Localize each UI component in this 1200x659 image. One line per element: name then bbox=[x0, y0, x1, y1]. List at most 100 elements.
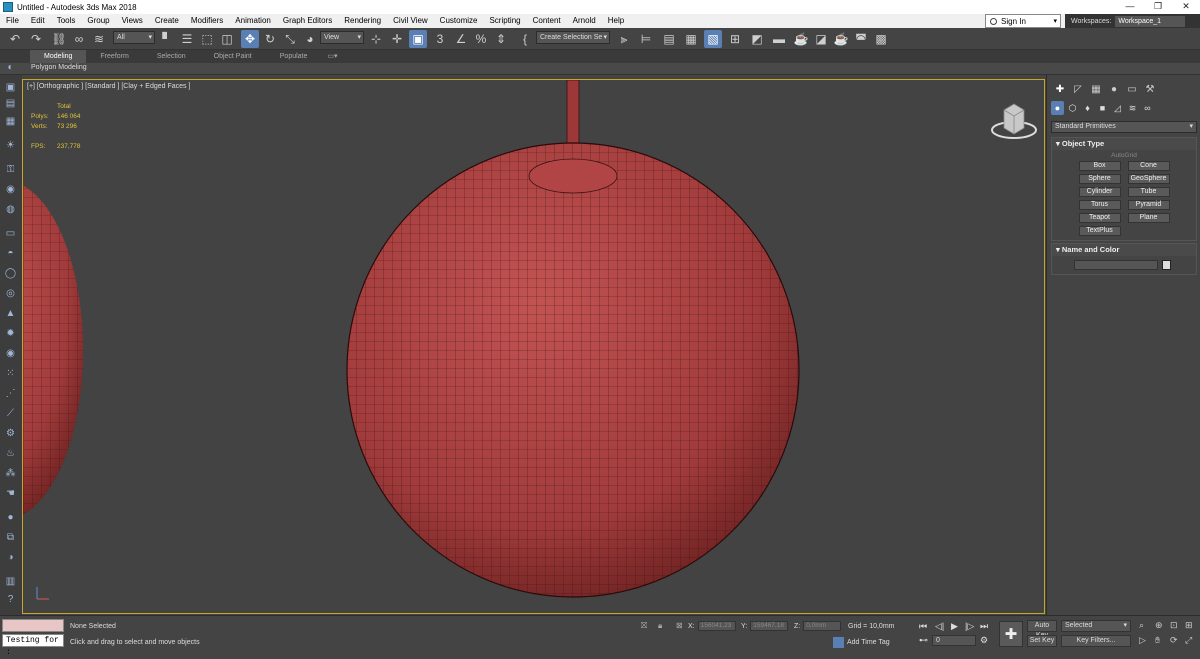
tab-selection[interactable]: Selection bbox=[143, 50, 200, 63]
layer-explorer-icon[interactable]: ▤ bbox=[660, 30, 678, 48]
percent-snap-icon[interactable]: % bbox=[472, 30, 490, 48]
workspace-dropdown[interactable]: Workspace_1 bbox=[1115, 15, 1186, 27]
zoom-all-icon[interactable]: ⊕ bbox=[1155, 620, 1163, 631]
goto-start-icon[interactable]: ⏮ bbox=[919, 621, 927, 632]
helpers-category-icon[interactable]: ◿ bbox=[1111, 101, 1124, 115]
display-list-icon[interactable]: ▤ bbox=[3, 97, 18, 110]
set-key-icon[interactable]: ✚ bbox=[999, 621, 1023, 647]
isolate-icon[interactable]: ⛝ bbox=[641, 621, 647, 631]
geometry-category-icon[interactable]: ● bbox=[1051, 101, 1064, 115]
x-field[interactable]: 156041,23 bbox=[697, 621, 736, 631]
helper-icon[interactable]: ⚙ bbox=[3, 427, 18, 440]
goto-end-icon[interactable]: ⏭ bbox=[980, 621, 988, 632]
pan-icon[interactable]: ✋︎ bbox=[1155, 635, 1160, 646]
schematic-view-icon[interactable]: ⊞ bbox=[726, 30, 744, 48]
field-of-view-icon[interactable]: ▷ bbox=[1139, 635, 1146, 646]
hierarchy-list-icon[interactable]: ▦ bbox=[3, 115, 18, 128]
box-primitive-icon[interactable]: ▭ bbox=[3, 227, 18, 240]
object-name-field[interactable] bbox=[1074, 260, 1158, 270]
curve-editor-icon[interactable]: ▧ bbox=[704, 30, 722, 48]
select-object-icon[interactable]: ▘ bbox=[158, 30, 176, 48]
orbit-icon[interactable]: ⟳ bbox=[1170, 635, 1178, 646]
undo-icon[interactable]: ↶ bbox=[6, 30, 24, 48]
maximize-viewport-icon[interactable]: ⤢ bbox=[1185, 635, 1192, 646]
flame-icon[interactable]: ♨ bbox=[3, 447, 18, 460]
mirror-icon[interactable]: ⫸ bbox=[615, 30, 633, 48]
absolute-mode-icon[interactable]: ⊠ bbox=[676, 621, 683, 630]
bone-icon[interactable]: ⟋ bbox=[3, 407, 18, 420]
grid-icon[interactable]: ⋰ bbox=[3, 387, 18, 400]
sphere-icon[interactable]: ◯ bbox=[3, 267, 18, 280]
object-type-header[interactable]: ▾ Object Type bbox=[1052, 138, 1196, 150]
viewport-label[interactable]: [+] [Orthographic ] [Standard ] [Clay + … bbox=[27, 83, 190, 90]
textplus-button[interactable]: TextPlus bbox=[1078, 226, 1121, 236]
fur-icon[interactable]: ⁂ bbox=[3, 467, 18, 480]
render-setup-icon[interactable]: ▬ bbox=[770, 30, 788, 48]
perspective-viewport[interactable]: [+] [Orthographic ] [Standard ] [Clay + … bbox=[22, 79, 1045, 614]
edit-named-sets-icon[interactable]: { bbox=[516, 30, 534, 48]
render-shade-icon[interactable]: ◚ bbox=[852, 30, 870, 48]
y-field[interactable]: 159467,18 bbox=[750, 621, 789, 631]
name-color-header[interactable]: ▾ Name and Color bbox=[1052, 244, 1196, 256]
ribbon-options-icon[interactable]: ▭▾ bbox=[321, 50, 343, 63]
rendered-frame-icon[interactable]: ☕ bbox=[792, 30, 810, 48]
globe-icon[interactable]: ◎ bbox=[3, 287, 18, 300]
particle-icon[interactable]: ⁙ bbox=[3, 367, 18, 380]
lock-icon[interactable]: ⚿ bbox=[3, 163, 18, 176]
key-filters-button[interactable]: Key Filters... bbox=[1061, 635, 1131, 647]
spinner-snap-icon[interactable]: ⇕ bbox=[492, 30, 510, 48]
maxscript-mini-listener[interactable] bbox=[2, 619, 64, 632]
utilities-tab-icon[interactable]: ⚒ bbox=[1141, 81, 1159, 97]
modify-tab-icon[interactable]: ◸ bbox=[1069, 81, 1087, 97]
tab-object-paint[interactable]: Object Paint bbox=[200, 50, 266, 63]
add-time-tag[interactable]: Add Time Tag bbox=[833, 637, 890, 648]
z-field[interactable]: 0,0mm bbox=[803, 621, 842, 631]
shapes-category-icon[interactable]: ⬡ bbox=[1066, 101, 1079, 115]
snaps-toggle-icon[interactable]: 3 bbox=[431, 30, 449, 48]
tab-modeling[interactable]: Modeling bbox=[30, 50, 87, 63]
scene-explorer-icon[interactable]: ◐ bbox=[3, 61, 18, 74]
sphere-button[interactable]: Sphere bbox=[1078, 174, 1121, 184]
display-tab-icon[interactable]: ▭ bbox=[1123, 81, 1141, 97]
menu-content[interactable]: Content bbox=[527, 14, 567, 28]
sun-icon[interactable]: ✹ bbox=[3, 327, 18, 340]
systems-category-icon[interactable]: ∞ bbox=[1141, 101, 1154, 115]
scale-icon[interactable]: ⤡ bbox=[281, 30, 299, 48]
align-icon[interactable]: ⊨ bbox=[637, 30, 655, 48]
camera-icon[interactable]: ◍ bbox=[3, 203, 18, 216]
minimize-button[interactable]: — bbox=[1116, 0, 1144, 14]
geometry-icon[interactable]: ◉ bbox=[3, 183, 18, 196]
render-icon[interactable]: ◪ bbox=[812, 30, 830, 48]
move-icon[interactable]: ✥ bbox=[241, 30, 259, 48]
autogrid-checkbox[interactable]: AutoGrid bbox=[1052, 152, 1196, 159]
menu-modifiers[interactable]: Modifiers bbox=[185, 14, 229, 28]
current-frame-field[interactable]: 0 bbox=[932, 635, 976, 646]
close-button[interactable]: ✕ bbox=[1172, 0, 1200, 14]
time-config-icon[interactable]: ⚙ bbox=[980, 635, 988, 646]
material-editor-icon[interactable]: ◩ bbox=[748, 30, 766, 48]
help-icon[interactable]: ? bbox=[3, 593, 18, 606]
pyramid-button[interactable]: Pyramid bbox=[1127, 200, 1170, 210]
tube-button[interactable]: Tube bbox=[1127, 187, 1170, 197]
named-selection-dropdown[interactable]: Create Selection Se bbox=[536, 31, 610, 44]
rect-selection-icon[interactable]: ⬚ bbox=[198, 30, 216, 48]
selection-filter-dropdown[interactable]: All bbox=[113, 31, 155, 44]
menu-views[interactable]: Views bbox=[116, 14, 149, 28]
menu-civil-view[interactable]: Civil View bbox=[387, 14, 434, 28]
menu-group[interactable]: Group bbox=[81, 14, 115, 28]
maximize-button[interactable]: ❐ bbox=[1144, 0, 1172, 14]
tab-freeform[interactable]: Freeform bbox=[86, 50, 142, 63]
rotate-icon[interactable]: ↻ bbox=[261, 30, 279, 48]
set-key-button[interactable]: Set Key bbox=[1027, 635, 1057, 647]
ref-coord-dropdown[interactable]: View bbox=[320, 31, 364, 44]
menu-create[interactable]: Create bbox=[149, 14, 185, 28]
torus-icon[interactable]: ◉ bbox=[3, 347, 18, 360]
select-by-name-icon[interactable]: ☰ bbox=[178, 30, 196, 48]
key-selection-dropdown[interactable]: Selected bbox=[1061, 620, 1131, 632]
lights-category-icon[interactable]: ♦ bbox=[1081, 101, 1094, 115]
angle-snap-icon[interactable]: ∠ bbox=[452, 30, 470, 48]
partial-sphere-left[interactable] bbox=[23, 180, 103, 520]
teapot-button[interactable]: Teapot bbox=[1078, 213, 1121, 223]
select-icon[interactable]: ▣ bbox=[3, 81, 18, 94]
key-mode-icon[interactable]: ⊷ bbox=[919, 635, 928, 646]
